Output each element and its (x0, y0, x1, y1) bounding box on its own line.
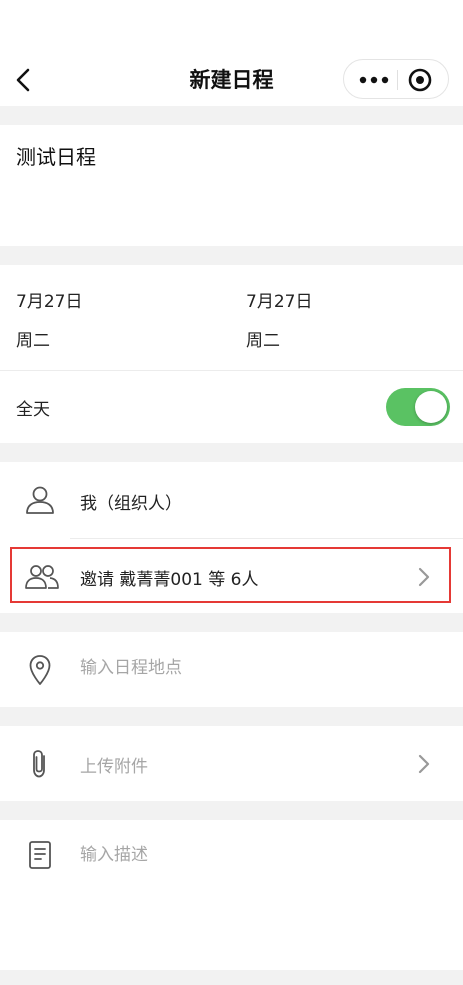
back-arrow-icon[interactable] (12, 64, 36, 96)
nav-bar: 新建日程 (0, 0, 463, 106)
paperclip-icon (33, 750, 45, 778)
organizer-label: 我（组织人） (80, 494, 182, 514)
attachment-placeholder: 上传附件 (80, 757, 148, 777)
location-row[interactable]: 输入日程地点 (0, 632, 463, 707)
person-icon (26, 486, 54, 514)
chevron-right-icon (418, 567, 430, 587)
mini-program-capsule (343, 59, 449, 99)
location-pin-icon (29, 655, 51, 685)
start-weekday: 周二 (16, 331, 50, 351)
people-icon (25, 565, 59, 589)
toggle-knob (415, 391, 447, 423)
schedule-title-input[interactable] (16, 143, 436, 167)
start-date: 7月27日 (16, 292, 83, 312)
description-placeholder: 输入描述 (80, 845, 148, 865)
chevron-right-icon (418, 754, 430, 774)
all-day-toggle[interactable] (386, 388, 450, 426)
organizer-row: 我（组织人） (0, 462, 463, 538)
start-date-picker[interactable]: 7月27日 周二 (16, 265, 216, 370)
participants-section: 我（组织人） 邀请 戴菁菁001 等 6人 (0, 462, 463, 613)
description-section[interactable]: 输入描述 (0, 820, 463, 970)
close-target-icon[interactable] (406, 66, 434, 94)
invite-row[interactable]: 邀请 戴菁菁001 等 6人 (0, 539, 463, 613)
attachment-row[interactable]: 上传附件 (0, 726, 463, 801)
datetime-section: 7月27日 周二 7月27日 周二 全天 (0, 265, 463, 443)
more-dots-icon[interactable] (354, 68, 394, 92)
all-day-row: 全天 (0, 371, 463, 443)
capsule-divider (397, 70, 398, 90)
invite-label: 邀请 戴菁菁001 等 6人 (80, 570, 259, 590)
all-day-label: 全天 (16, 400, 50, 420)
end-date: 7月27日 (246, 292, 313, 312)
location-placeholder: 输入日程地点 (80, 658, 182, 678)
title-section (0, 125, 463, 246)
document-icon (29, 841, 51, 869)
end-weekday: 周二 (246, 331, 280, 351)
end-date-picker[interactable]: 7月27日 周二 (246, 265, 446, 370)
